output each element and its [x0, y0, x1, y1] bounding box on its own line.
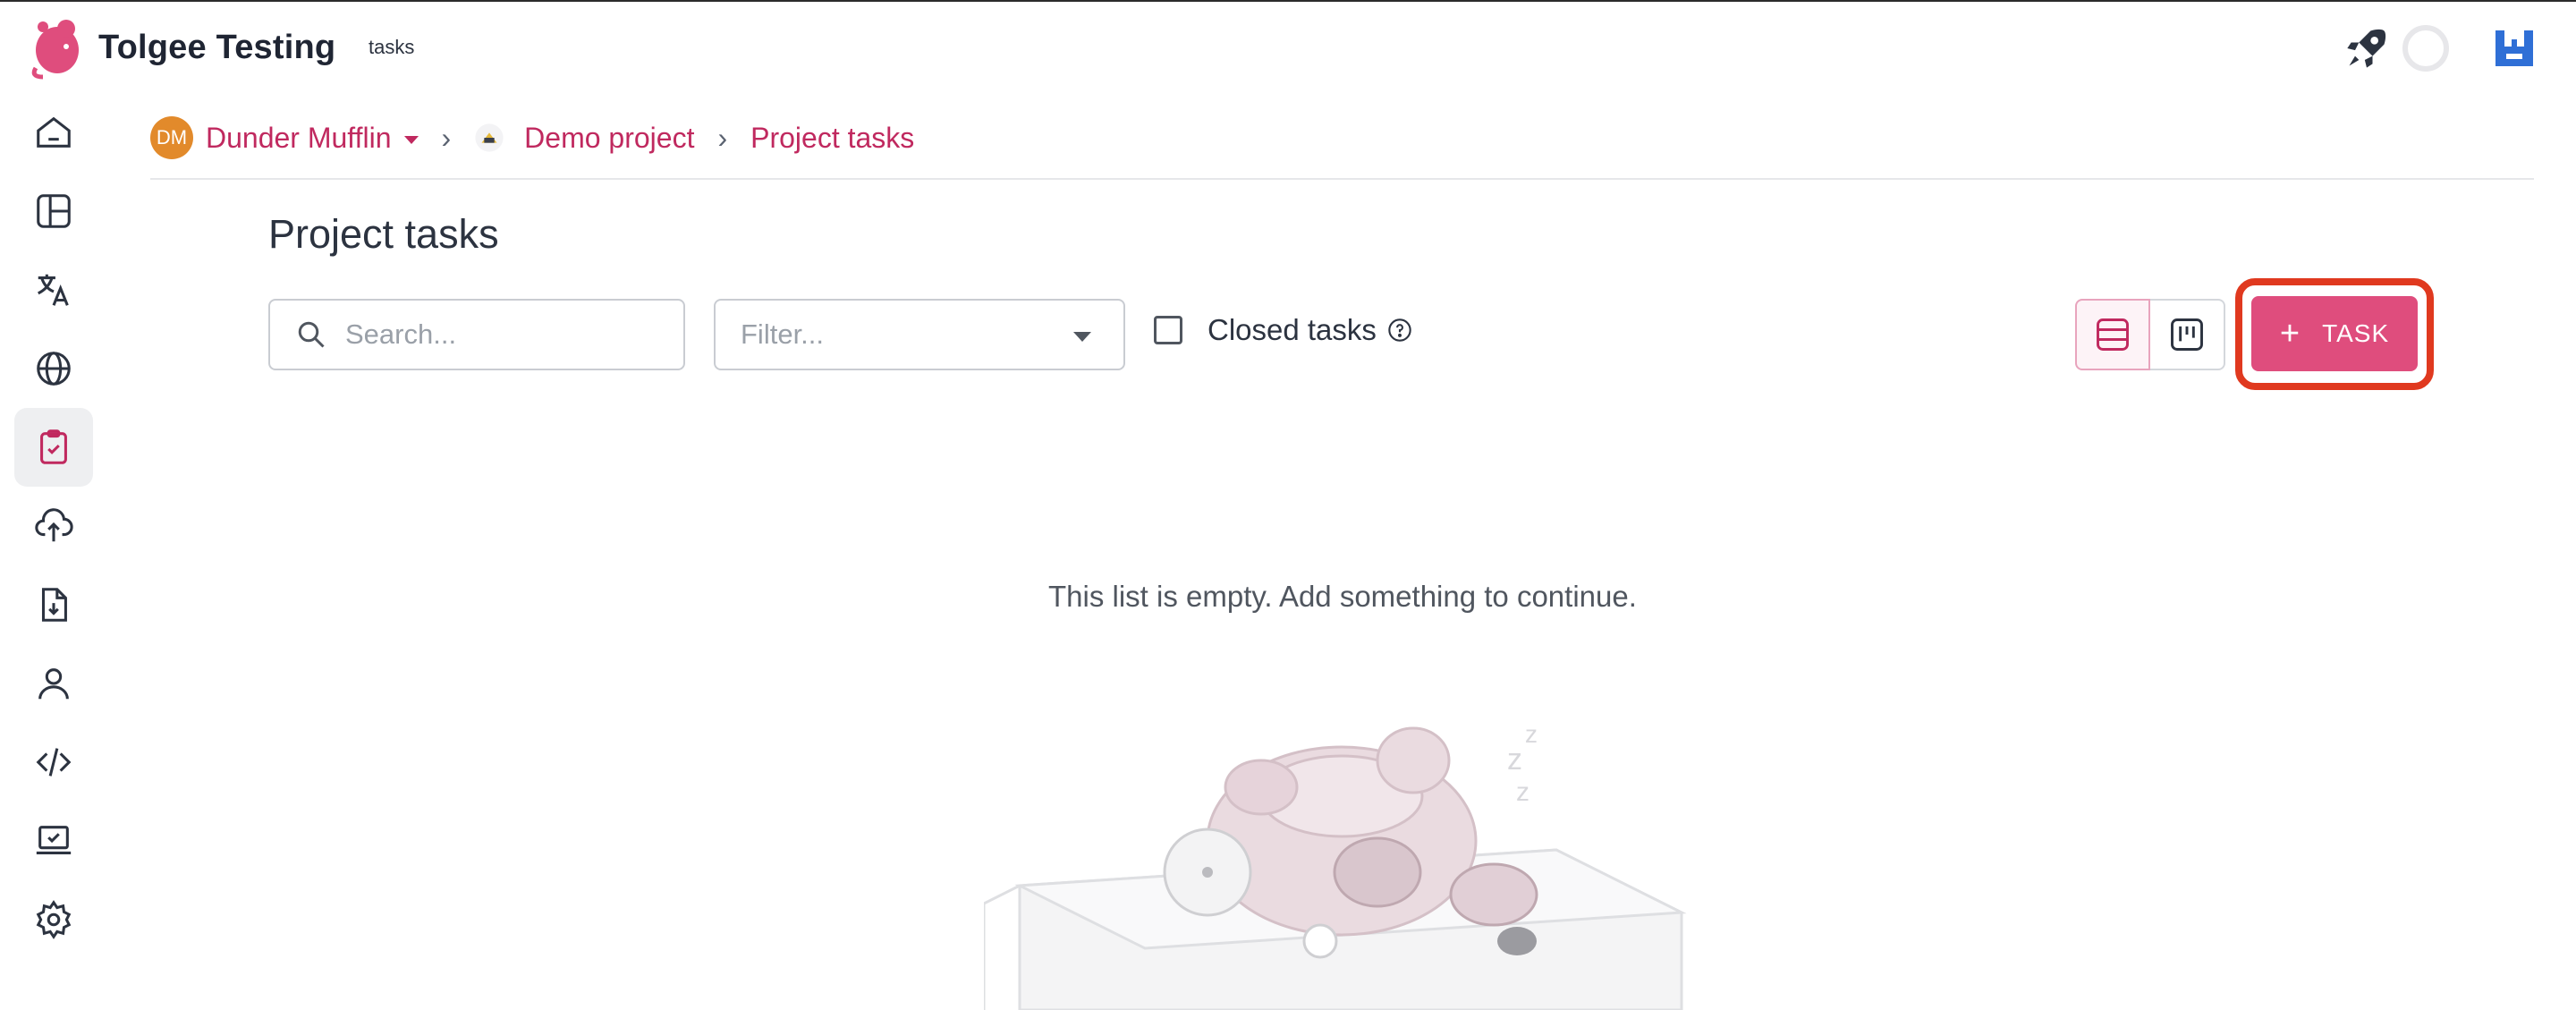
- app-title: Tolgee Testing: [98, 28, 336, 66]
- globe-icon: [37, 352, 71, 386]
- list-view-button[interactable]: [2075, 299, 2150, 370]
- svg-text:z: z: [1507, 743, 1522, 777]
- search-icon: [298, 321, 325, 348]
- sidebar-item-tasks[interactable]: [14, 408, 93, 487]
- view-mode-toggle: [2075, 299, 2225, 370]
- search-field[interactable]: [268, 299, 685, 370]
- sidebar-item-members[interactable]: [14, 644, 93, 723]
- search-input[interactable]: [345, 318, 667, 351]
- header-divider: [150, 178, 2534, 180]
- dashboard-icon: [37, 194, 71, 228]
- home-icon: [37, 116, 71, 148]
- project-avatar-icon: [475, 123, 504, 152]
- help-icon[interactable]: [1387, 318, 1412, 343]
- list-view-icon: [2097, 318, 2129, 351]
- breadcrumb-org[interactable]: Dunder Mufflin: [206, 122, 392, 155]
- add-task-button[interactable]: + TASK: [2251, 296, 2418, 371]
- sidebar-item-languages[interactable]: [14, 329, 93, 408]
- environment-tag: tasks: [369, 36, 415, 58]
- add-task-label: TASK: [2322, 319, 2390, 347]
- chevron-right-icon: ›: [441, 121, 452, 154]
- sidebar-item-developer[interactable]: [14, 723, 93, 802]
- filter-placeholder: Filter...: [741, 318, 825, 350]
- laptop-check-icon: [36, 826, 72, 854]
- sidebar-item-import[interactable]: [14, 487, 93, 565]
- closed-tasks-toggle[interactable]: Closed tasks: [1154, 313, 1412, 347]
- file-download-icon: [41, 588, 67, 622]
- breadcrumb-project[interactable]: Demo project: [524, 122, 694, 155]
- user-icon: [38, 668, 69, 700]
- org-avatar: DM: [150, 116, 193, 159]
- sidebar-item-translations[interactable]: [14, 250, 93, 329]
- closed-tasks-checkbox[interactable]: [1154, 316, 1182, 344]
- loading-spinner: [2402, 25, 2449, 72]
- brand[interactable]: Tolgee Testing: [27, 14, 335, 81]
- chevron-down-icon[interactable]: [403, 135, 419, 144]
- sidebar-item-dashboard[interactable]: [14, 172, 93, 250]
- breadcrumb-current[interactable]: Project tasks: [750, 122, 914, 155]
- clipboard-check-icon: [40, 429, 67, 464]
- sidebar-item-home[interactable]: [14, 93, 93, 172]
- sidebar: [0, 93, 106, 1010]
- upload-cloud-icon: [35, 508, 73, 542]
- breadcrumb: DM Dunder Mufflin › Demo project › Proje…: [150, 113, 914, 163]
- sidebar-item-settings[interactable]: [14, 880, 93, 959]
- chevron-right-icon: ›: [717, 121, 728, 154]
- sidebar-item-integrate[interactable]: [14, 802, 93, 880]
- gear-icon: [36, 900, 72, 939]
- rocket-icon[interactable]: [2343, 25, 2390, 76]
- empty-state-message: This list is empty. Add something to con…: [1048, 580, 1637, 613]
- sleeping-mouse-illustration: z z z: [984, 720, 1687, 1010]
- top-bar: Tolgee Testing tasks: [0, 0, 2576, 93]
- code-icon: [36, 748, 72, 777]
- translate-icon: [38, 274, 69, 306]
- kanban-view-icon: [2171, 318, 2203, 351]
- filter-select[interactable]: Filter...: [714, 299, 1125, 370]
- sidebar-item-export[interactable]: [14, 565, 93, 644]
- tolgee-logo-icon: [31, 20, 79, 80]
- board-view-button[interactable]: [2150, 299, 2225, 370]
- closed-tasks-label: Closed tasks: [1208, 313, 1377, 346]
- svg-text:z: z: [1525, 720, 1538, 748]
- user-avatar[interactable]: [2494, 27, 2535, 72]
- plus-icon: +: [2279, 315, 2301, 352]
- dropdown-arrow-icon: [1073, 332, 1091, 342]
- page-title: Project tasks: [268, 211, 499, 257]
- svg-text:z: z: [1516, 777, 1530, 807]
